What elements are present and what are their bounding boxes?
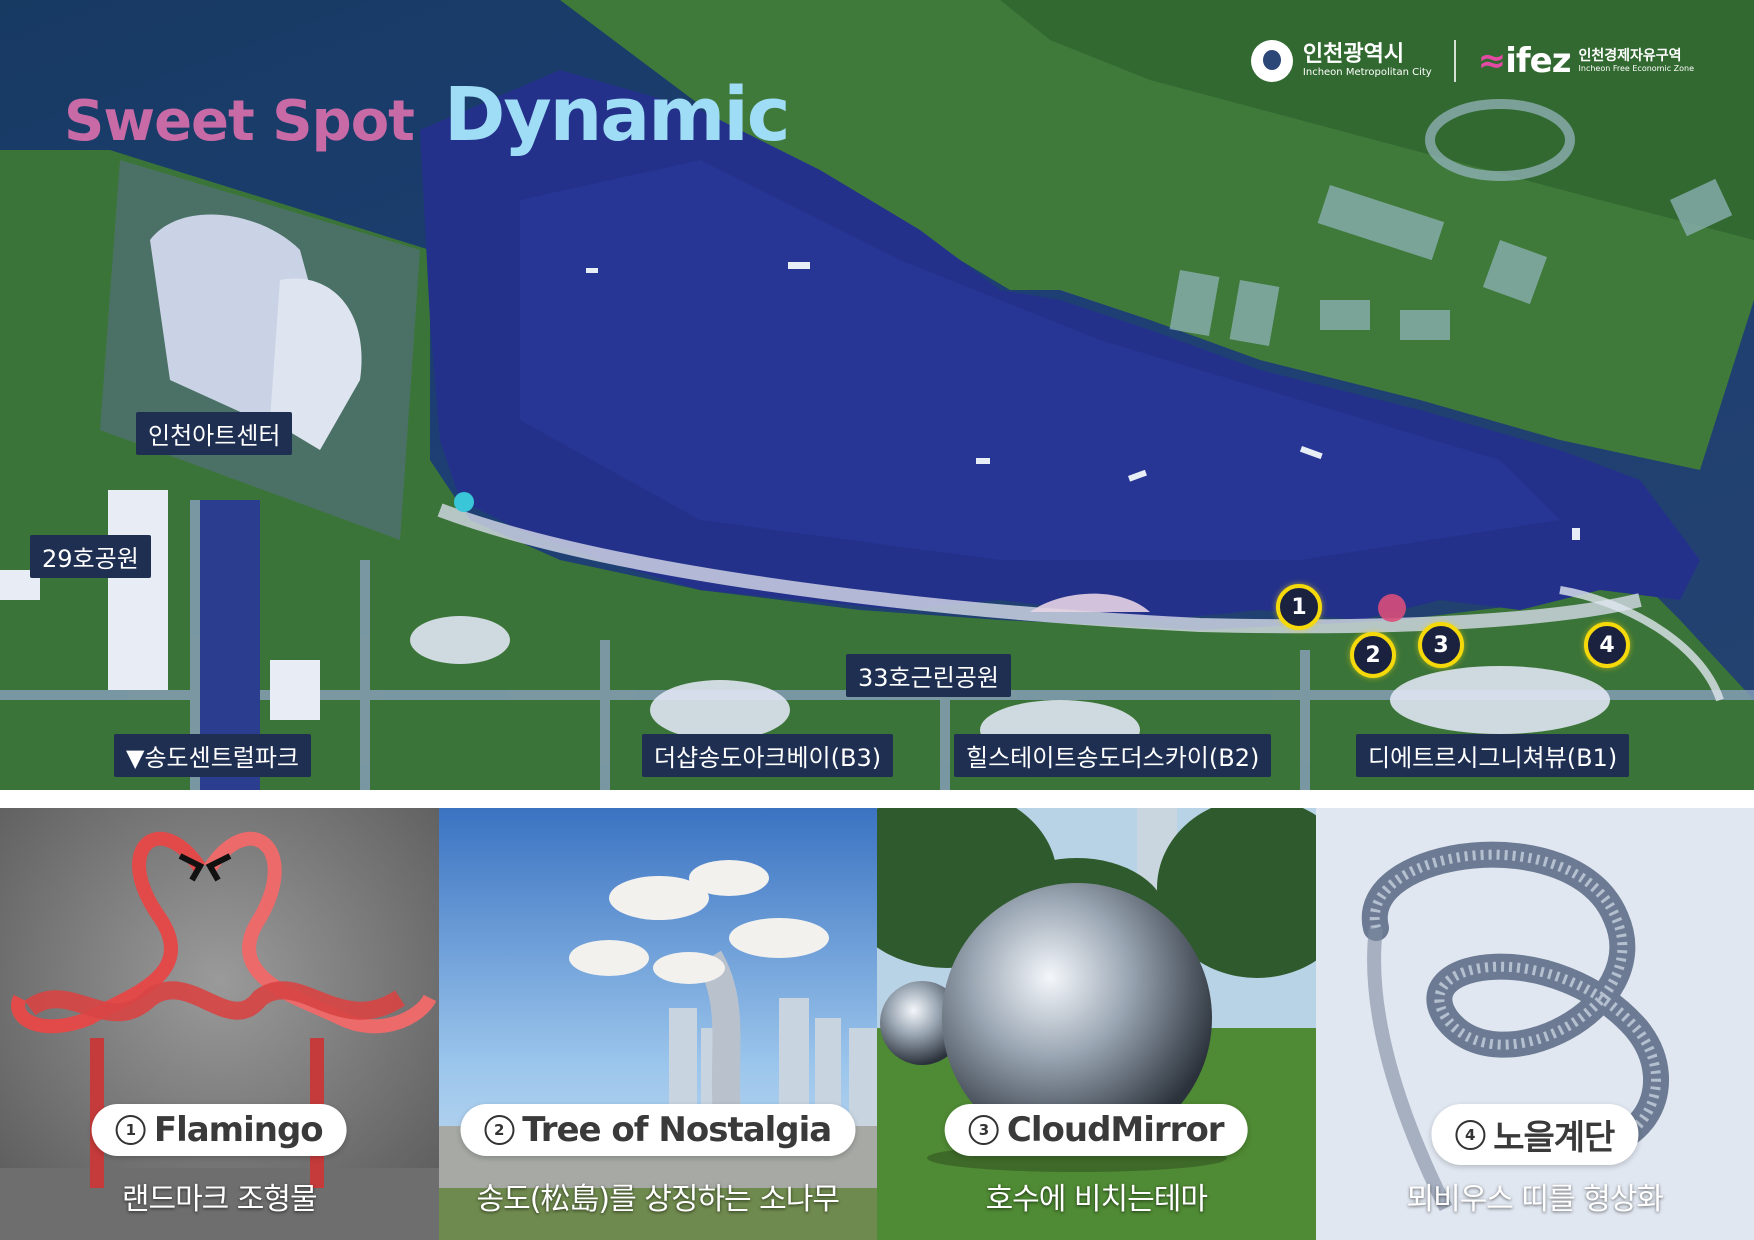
map-marker-4[interactable]: 4 <box>1584 622 1630 668</box>
label-art-center: 인천아트센터 <box>136 412 293 455</box>
panel-1-title: 1 Flamingo <box>91 1104 347 1156</box>
label-b1: 디에트르시그니쳐뷰(B1) <box>1356 734 1630 777</box>
label-park-29: 29호공원 <box>30 535 151 578</box>
incheon-logo-en: Incheon Metropolitan City <box>1302 67 1432 78</box>
incheon-city-logo: 인천광역시 Incheon Metropolitan City <box>1250 40 1432 82</box>
label-park-33: 33호근린공원 <box>846 654 1011 697</box>
incheon-logo-icon <box>1250 40 1293 82</box>
incheon-logo-ko: 인천광역시 <box>1302 42 1405 67</box>
ifez-logo-ko: 인천경제자유구역 <box>1578 48 1682 64</box>
panel-4-name: 노을계단 <box>1493 1118 1615 1158</box>
label-b2: 힐스테이트송도더스카이(B2) <box>954 734 1272 777</box>
panel-4-caption: 뫼비우스 띠를 형상화 <box>1406 1182 1664 1217</box>
title-sweet-spot: Sweet Spot <box>64 89 415 154</box>
ifez-logo-en: Incheon Free Economic Zone <box>1578 64 1694 73</box>
map-marker-3[interactable]: 3 <box>1418 622 1464 668</box>
map-marker-1[interactable]: 1 <box>1276 584 1322 630</box>
panel-sunset-stairs[interactable]: 4 노을계단 뫼비우스 띠를 형상화 <box>1315 808 1754 1240</box>
title-dynamic: Dynamic <box>443 72 791 158</box>
logo-divider <box>1453 40 1456 82</box>
ifez-logo-mark: ≈ifez <box>1477 41 1572 81</box>
label-central-park: ▼송도센트럴파크 <box>114 734 312 777</box>
panel-1-number: 1 <box>115 1115 146 1145</box>
ifez-logo: ≈ifez 인천경제자유구역 Incheon Free Economic Zon… <box>1478 41 1694 81</box>
logo-bar: 인천광역시 Incheon Metropolitan City ≈ifez 인천… <box>1250 40 1694 82</box>
panel-4-title: 4 노을계단 <box>1431 1104 1639 1165</box>
page-title: Sweet Spot Dynamic <box>64 72 791 158</box>
panel-2-number: 2 <box>484 1115 515 1145</box>
panel-1-caption: 랜드마크 조형물 <box>121 1182 318 1217</box>
panel-2-name: Tree of Nostalgia <box>522 1110 832 1150</box>
panel-3-title: 3 CloudMirror <box>944 1104 1248 1156</box>
panel-3-name: CloudMirror <box>1006 1110 1225 1150</box>
panel-3-number: 3 <box>968 1115 999 1145</box>
aerial-map: Sweet Spot Dynamic 인천광역시 Incheon Metropo… <box>0 0 1754 790</box>
panel-tree-of-nostalgia[interactable]: 2 Tree of Nostalgia 송도(松島)를 상징하는 소나무 <box>438 808 877 1240</box>
panel-flamingo[interactable]: 1 Flamingo 랜드마크 조형물 <box>0 808 439 1240</box>
panel-3-caption: 호수에 비치는테마 <box>985 1182 1208 1217</box>
panel-4-number: 4 <box>1455 1119 1486 1150</box>
panel-cloudmirror[interactable]: 3 CloudMirror 호수에 비치는테마 <box>877 808 1316 1240</box>
panel-2-title: 2 Tree of Nostalgia <box>460 1104 856 1156</box>
feature-panels: 1 Flamingo 랜드마크 조형물 2 Tree of Nostalgia … <box>0 808 1754 1240</box>
map-marker-2[interactable]: 2 <box>1350 632 1396 678</box>
label-b3: 더샵송도아크베이(B3) <box>642 734 894 777</box>
panel-1-name: Flamingo <box>153 1110 324 1150</box>
panel-2-caption: 송도(松島)를 상징하는 소나무 <box>476 1182 840 1217</box>
